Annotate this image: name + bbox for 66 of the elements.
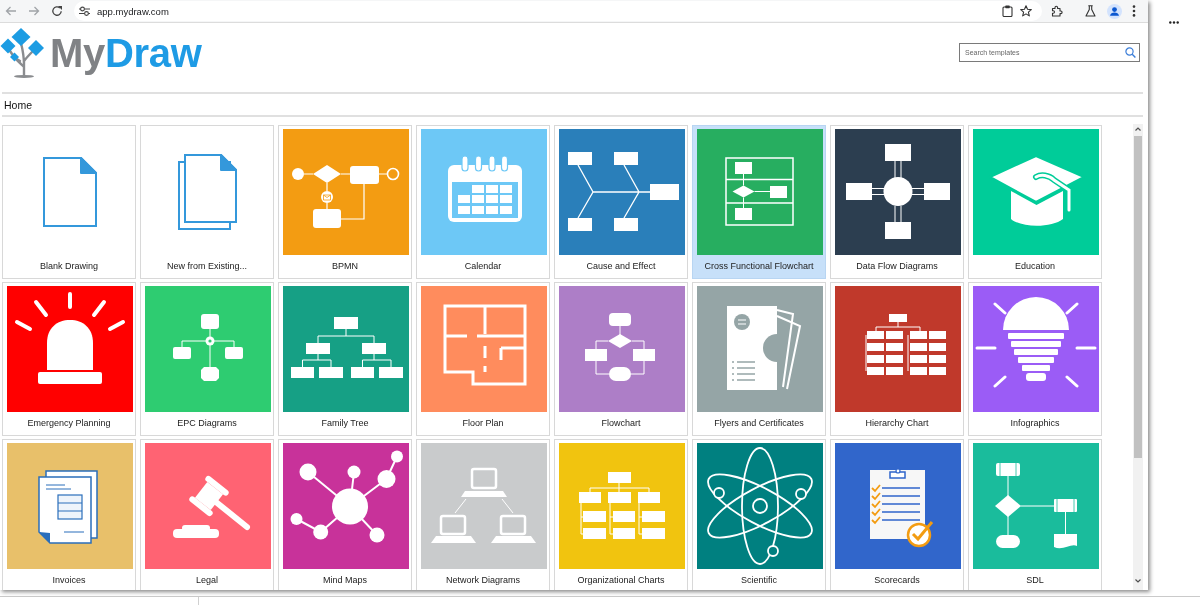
template-label: SDL xyxy=(1026,575,1044,586)
flask-icon[interactable] xyxy=(1085,5,1096,17)
template-label: Cross Functional Flowchart xyxy=(704,261,814,272)
site-settings-icon[interactable] xyxy=(79,6,90,16)
template-label: Family Tree xyxy=(321,418,369,429)
template-label: Infographics xyxy=(1010,418,1060,429)
stacked-documents-icon xyxy=(178,154,238,230)
template-card[interactable]: New from Existing... xyxy=(140,125,274,279)
template-label: Organizational Charts xyxy=(577,575,665,586)
template-label: Invoices xyxy=(52,575,86,586)
template-card[interactable]: Family Tree xyxy=(278,282,412,436)
template-label: Floor Plan xyxy=(462,418,504,429)
template-card[interactable]: Hierarchy Chart xyxy=(830,282,964,436)
scrollbar-thumb[interactable] xyxy=(1134,136,1142,458)
blank-document-icon xyxy=(43,157,97,227)
template-card[interactable]: BPMN xyxy=(278,125,412,279)
logo-text: MyDraw xyxy=(50,31,202,75)
template-label: Scorecards xyxy=(874,575,920,586)
more-icon[interactable] xyxy=(1169,21,1179,24)
url-text: app.mydraw.com xyxy=(97,5,169,17)
profile-avatar-icon[interactable] xyxy=(1107,3,1122,19)
template-card[interactable]: Data Flow Diagrams xyxy=(830,125,964,279)
template-card[interactable]: Organizational Charts xyxy=(554,439,688,590)
template-label: Network Diagrams xyxy=(446,575,520,586)
template-label: Cause and Effect xyxy=(586,261,656,272)
search-icon[interactable] xyxy=(1125,47,1136,58)
template-label: Emergency Planning xyxy=(27,418,111,429)
template-label: New from Existing... xyxy=(167,261,247,272)
template-card[interactable]: Cross Functional Flowchart xyxy=(692,125,826,279)
template-card[interactable]: Network Diagrams xyxy=(416,439,550,590)
scrollbar[interactable] xyxy=(1133,124,1143,590)
template-card[interactable]: Flowchart xyxy=(554,282,688,436)
clipboard-icon[interactable] xyxy=(1002,5,1013,17)
template-card[interactable]: Education xyxy=(968,125,1102,279)
template-label: Flyers and Certificates xyxy=(714,418,804,429)
template-card[interactable]: SDL xyxy=(968,439,1102,590)
address-bar[interactable]: app.mydraw.com xyxy=(74,1,1042,21)
puzzle-piece-icon[interactable] xyxy=(1051,5,1063,17)
template-label: Legal xyxy=(196,575,218,586)
template-card[interactable]: Legal xyxy=(140,439,274,590)
template-card[interactable]: Scientific xyxy=(692,439,826,590)
template-label: Flowchart xyxy=(601,418,641,429)
menu-icon[interactable] xyxy=(1132,5,1136,17)
template-card[interactable]: Scorecards xyxy=(830,439,964,590)
template-label: Hierarchy Chart xyxy=(865,418,929,429)
template-label: Scientific xyxy=(741,575,777,586)
template-card[interactable]: Blank Drawing xyxy=(2,125,136,279)
breadcrumb-item[interactable]: Home xyxy=(4,98,32,111)
template-card[interactable]: Calendar xyxy=(416,125,550,279)
template-label: Calendar xyxy=(464,261,502,272)
template-card[interactable]: Mind Maps xyxy=(278,439,412,590)
template-card[interactable]: EPC Diagrams xyxy=(140,282,274,436)
template-card[interactable]: Infographics xyxy=(968,282,1102,436)
template-label: EPC Diagrams xyxy=(177,418,237,429)
bookmark-star-icon[interactable] xyxy=(1020,5,1032,17)
template-card[interactable]: Emergency Planning xyxy=(2,282,136,436)
template-card[interactable]: Cause and Effect xyxy=(554,125,688,279)
template-label: Education xyxy=(1015,261,1055,272)
template-label: BPMN xyxy=(332,261,358,272)
reload-icon[interactable] xyxy=(51,5,63,17)
template-label: Data Flow Diagrams xyxy=(856,261,938,272)
template-card[interactable]: Flyers and Certificates xyxy=(692,282,826,436)
template-label: Blank Drawing xyxy=(40,261,98,272)
template-card[interactable]: Invoices xyxy=(2,439,136,590)
template-card[interactable]: Floor Plan xyxy=(416,282,550,436)
template-label: Mind Maps xyxy=(323,575,367,586)
